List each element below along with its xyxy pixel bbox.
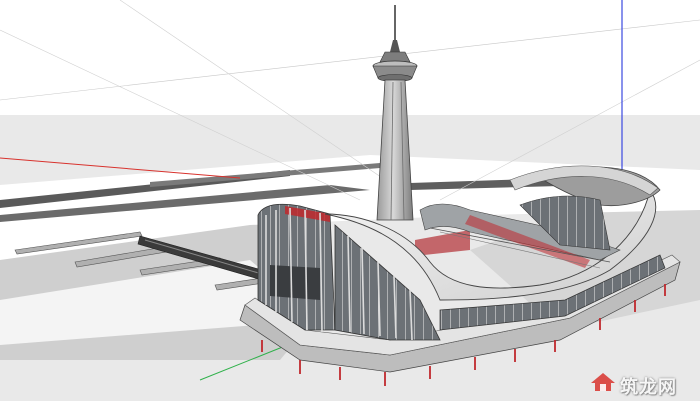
model-viewport[interactable]: 筑龙网 bbox=[0, 0, 700, 401]
architecture-model-render bbox=[0, 0, 700, 401]
watermark-text: 筑龙网 bbox=[620, 377, 677, 398]
house-logo-icon bbox=[591, 373, 615, 391]
